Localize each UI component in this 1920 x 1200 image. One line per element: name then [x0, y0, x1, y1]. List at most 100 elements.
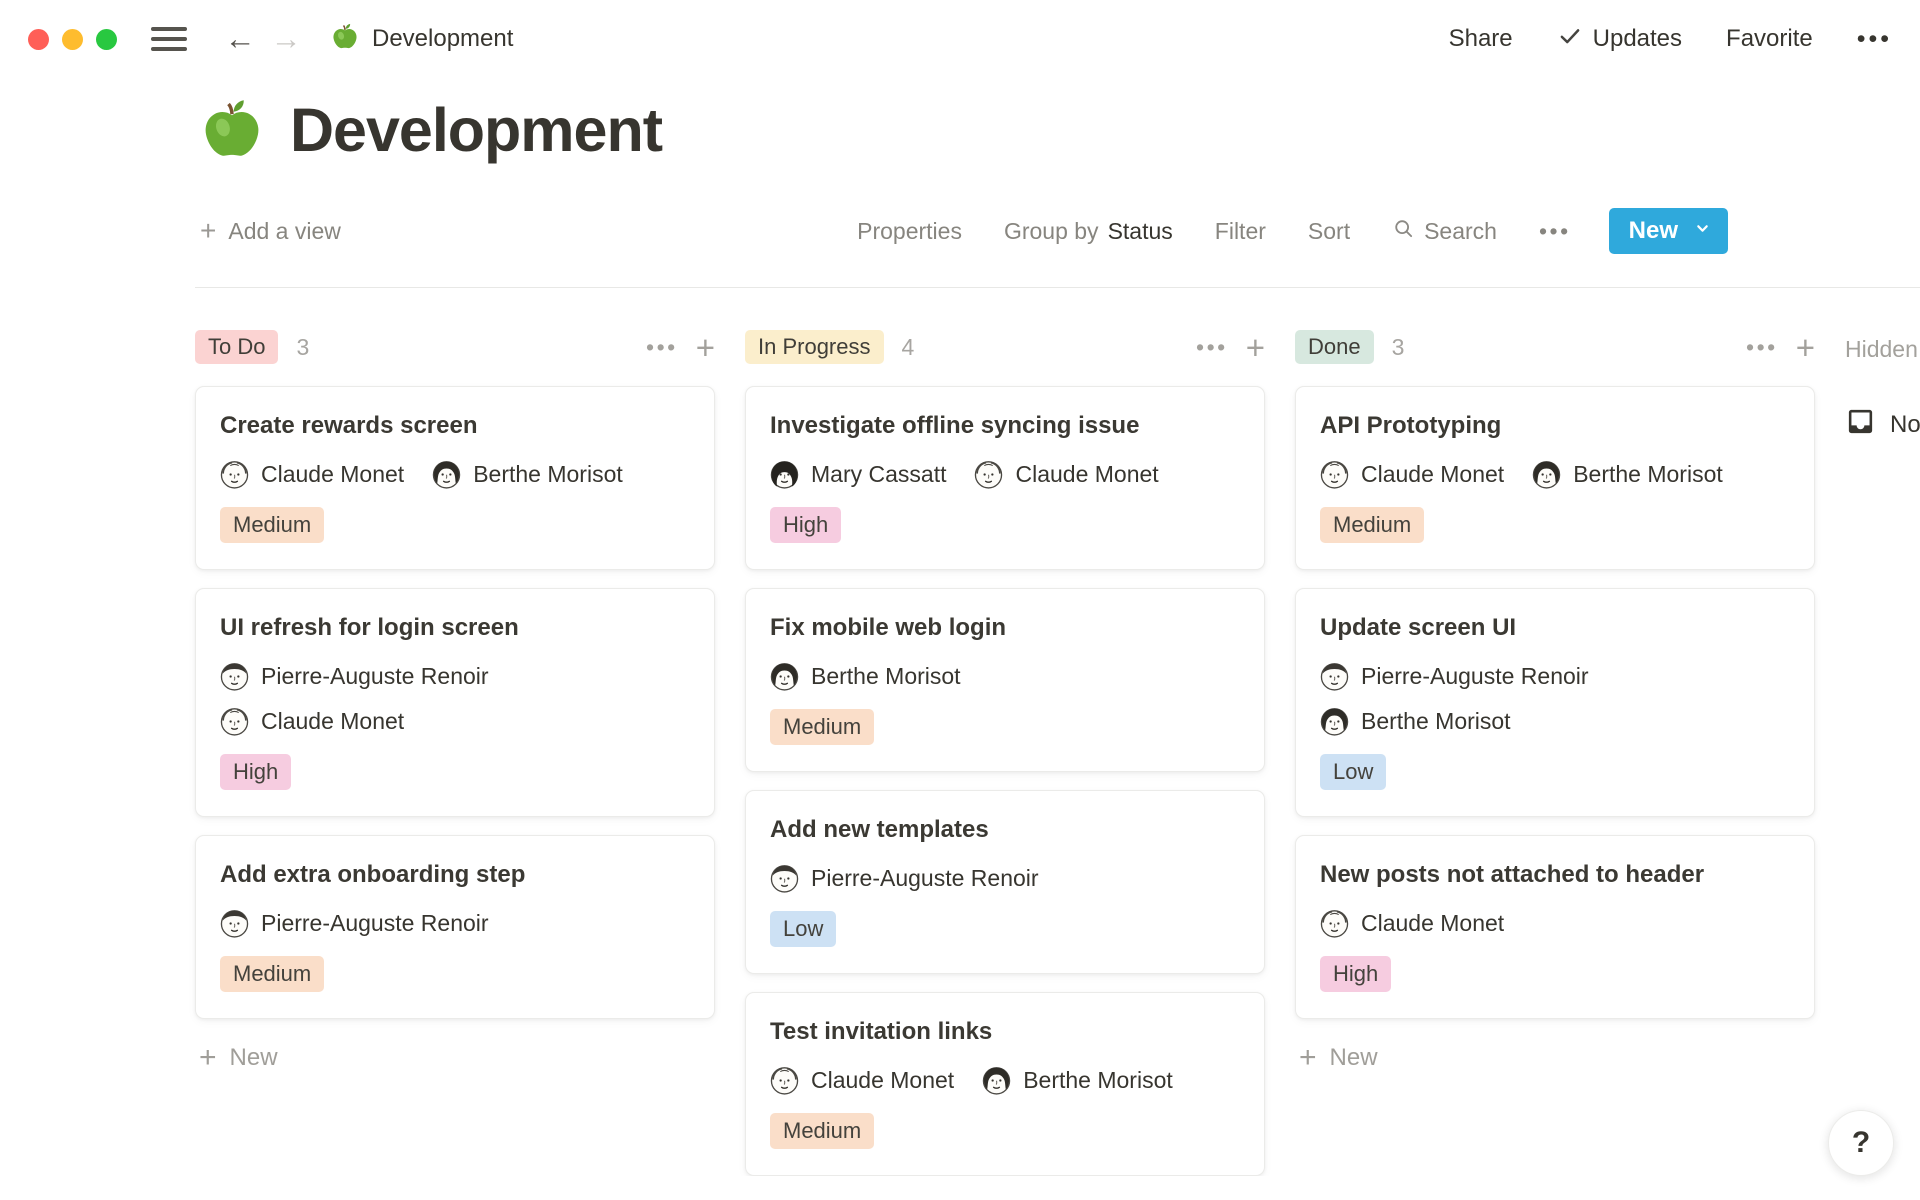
- updates-button[interactable]: Updates: [1557, 23, 1682, 56]
- window-controls: [28, 29, 117, 50]
- card-priority-pill: Medium: [770, 1113, 874, 1149]
- card-priority-pill: Medium: [770, 709, 874, 745]
- card-assignee: Claude Monet: [974, 459, 1158, 489]
- kanban-card[interactable]: Test invitation links Claude Monet Berth…: [745, 992, 1265, 1176]
- assignee-name: Claude Monet: [1361, 908, 1504, 938]
- assignee-name: Claude Monet: [261, 459, 404, 489]
- avatar: [770, 662, 799, 691]
- card-assignees: Claude Monet: [1320, 908, 1790, 938]
- favorite-button[interactable]: Favorite: [1726, 25, 1813, 53]
- card-title: UI refresh for login screen: [220, 613, 690, 643]
- breadcrumb[interactable]: Development: [331, 22, 513, 57]
- card-assignee: Berthe Morisot: [982, 1065, 1173, 1095]
- hidden-group-no-status[interactable]: No Status: [1845, 406, 1920, 444]
- avatar: [1320, 909, 1349, 938]
- column-status-pill[interactable]: In Progress: [745, 330, 884, 364]
- assignee-name: Claude Monet: [261, 706, 404, 736]
- forward-button[interactable]: →: [263, 21, 309, 57]
- kanban-card[interactable]: Create rewards screen Claude Monet Berth…: [195, 386, 715, 570]
- card-assignee: Pierre-Auguste Renoir: [220, 661, 690, 691]
- card-assignee: Claude Monet: [220, 459, 404, 489]
- assignee-name: Berthe Morisot: [473, 459, 623, 489]
- column-header: To Do 3 ••• +: [195, 328, 715, 366]
- more-options-icon[interactable]: •••: [1857, 25, 1892, 54]
- board-column: In Progress 4 ••• + Investigate offline …: [745, 328, 1265, 1176]
- kanban-card[interactable]: Add new templates Pierre-Auguste Renoir …: [745, 790, 1265, 974]
- add-card-button[interactable]: + New: [1295, 1043, 1815, 1073]
- sort-button[interactable]: Sort: [1308, 218, 1350, 245]
- add-card-label: New: [230, 1044, 278, 1072]
- add-card-button[interactable]: + New: [195, 1043, 715, 1073]
- card-title: Fix mobile web login: [770, 613, 1240, 643]
- card-assignees: Berthe Morisot: [770, 661, 1240, 691]
- properties-button[interactable]: Properties: [857, 218, 962, 245]
- card-priority-pill: High: [220, 754, 291, 790]
- group-by-value: Status: [1108, 218, 1173, 245]
- assignee-name: Pierre-Auguste Renoir: [1361, 661, 1589, 691]
- card-title: Test invitation links: [770, 1017, 1240, 1047]
- column-more-icon[interactable]: •••: [1746, 334, 1778, 361]
- column-more-icon[interactable]: •••: [646, 334, 678, 361]
- page-emoji-icon[interactable]: [200, 96, 264, 165]
- card-assignees: Pierre-Auguste Renoir: [220, 908, 690, 938]
- assignee-name: Claude Monet: [1361, 459, 1504, 489]
- filter-button[interactable]: Filter: [1215, 218, 1266, 245]
- card-priority-pill: Low: [1320, 754, 1386, 790]
- column-more-icon[interactable]: •••: [1196, 334, 1228, 361]
- chevron-down-icon: [1693, 217, 1712, 245]
- kanban-card[interactable]: API Prototyping Claude Monet Berthe Mori…: [1295, 386, 1815, 570]
- card-assignee: Claude Monet: [1320, 908, 1790, 938]
- search-button[interactable]: Search: [1392, 217, 1497, 246]
- page-title[interactable]: Development: [290, 94, 662, 166]
- card-assignees: Pierre-Auguste Renoir Claude Monet: [220, 661, 690, 736]
- new-button[interactable]: New: [1609, 208, 1728, 254]
- assignee-name: Berthe Morisot: [1361, 706, 1511, 736]
- sidebar-menu-icon[interactable]: [151, 27, 187, 51]
- card-assignee: Claude Monet: [770, 1065, 954, 1095]
- column-add-icon[interactable]: +: [1796, 331, 1815, 364]
- kanban-card[interactable]: UI refresh for login screen Pierre-Augus…: [195, 588, 715, 817]
- kanban-card[interactable]: Investigate offline syncing issue Mary C…: [745, 386, 1265, 570]
- plus-icon: +: [199, 1043, 217, 1073]
- minimize-window-button[interactable]: [62, 29, 83, 50]
- view-more-options-icon[interactable]: •••: [1539, 218, 1571, 245]
- column-add-icon[interactable]: +: [1246, 331, 1265, 364]
- card-priority-pill: Medium: [220, 507, 324, 543]
- hidden-group-label: No Status: [1890, 411, 1920, 439]
- plus-icon: +: [1299, 1043, 1317, 1073]
- share-button[interactable]: Share: [1449, 25, 1513, 53]
- column-status-pill[interactable]: Done: [1295, 330, 1374, 364]
- avatar: [770, 864, 799, 893]
- card-priority-pill: High: [1320, 956, 1391, 992]
- kanban-card[interactable]: Add extra onboarding step Pierre-Auguste…: [195, 835, 715, 1019]
- assignee-name: Berthe Morisot: [1023, 1065, 1173, 1095]
- card-title: Update screen UI: [1320, 613, 1790, 643]
- assignee-name: Claude Monet: [811, 1065, 954, 1095]
- card-assignee: Berthe Morisot: [770, 661, 1240, 691]
- hidden-columns-panel: Hidden columns No Status: [1845, 328, 1920, 444]
- card-priority-pill: Medium: [220, 956, 324, 992]
- avatar: [770, 1066, 799, 1095]
- back-button[interactable]: ←: [217, 21, 263, 57]
- card-assignee: Pierre-Auguste Renoir: [220, 908, 690, 938]
- kanban-card[interactable]: New posts not attached to header Claude …: [1295, 835, 1815, 1019]
- card-title: API Prototyping: [1320, 411, 1790, 441]
- kanban-card[interactable]: Update screen UI Pierre-Auguste Renoir B…: [1295, 588, 1815, 817]
- zoom-window-button[interactable]: [96, 29, 117, 50]
- inbox-icon: [1845, 406, 1876, 444]
- card-assignees: Mary Cassatt Claude Monet: [770, 459, 1240, 489]
- group-by-button[interactable]: Group by Status: [1004, 218, 1173, 245]
- apple-emoji-icon: [331, 22, 359, 57]
- add-card-label: New: [1330, 1044, 1378, 1072]
- column-cards: Create rewards screen Claude Monet Berth…: [195, 386, 715, 1019]
- kanban-card[interactable]: Fix mobile web login Berthe Morisot Medi…: [745, 588, 1265, 772]
- add-view-button[interactable]: + Add a view: [200, 215, 341, 247]
- column-status-pill[interactable]: To Do: [195, 330, 278, 364]
- kanban-board: To Do 3 ••• + Create rewards screen Clau…: [0, 328, 1920, 1176]
- help-button[interactable]: ?: [1828, 1110, 1894, 1176]
- close-window-button[interactable]: [28, 29, 49, 50]
- column-cards: API Prototyping Claude Monet Berthe Mori…: [1295, 386, 1815, 1019]
- column-add-icon[interactable]: +: [696, 331, 715, 364]
- assignee-name: Pierre-Auguste Renoir: [811, 863, 1039, 893]
- card-assignee: Pierre-Auguste Renoir: [1320, 661, 1790, 691]
